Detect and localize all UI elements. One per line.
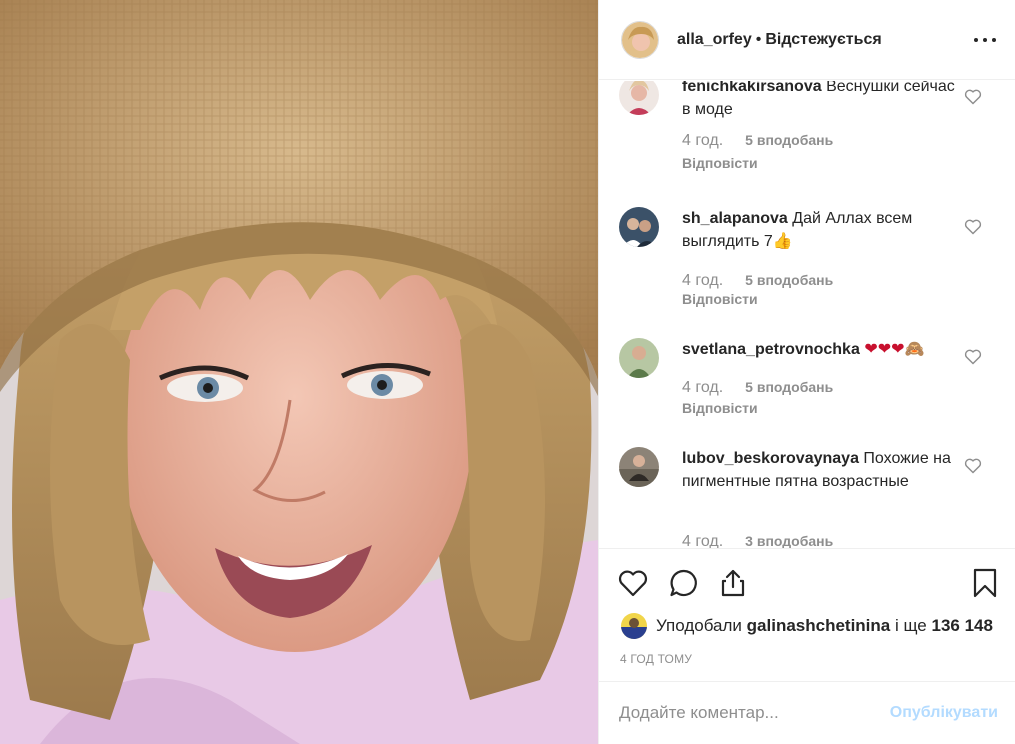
author-username[interactable]: alla_orfey xyxy=(677,31,752,48)
comment-like-heart-icon[interactable] xyxy=(964,349,982,365)
comment-time[interactable]: 4 год. xyxy=(682,272,723,289)
comment-like-heart-icon[interactable] xyxy=(964,89,982,105)
comment-text-block: svetlana_petrovnochka ❤❤❤🙈 xyxy=(682,338,967,361)
portrait-image xyxy=(0,0,598,744)
comment-item: svetlana_petrovnochka ❤❤❤🙈 4 год. 5 вподо… xyxy=(619,338,999,428)
liker-username[interactable]: galinashchetinina xyxy=(747,616,891,636)
comment-time[interactable]: 4 год. xyxy=(682,379,723,396)
more-options-icon[interactable] xyxy=(974,30,996,50)
liked-by-row: Уподобали galinashchetinina і ще 136 148 xyxy=(621,613,993,639)
comment-item: fenichkakirsanova Веснушки сейчас в моде… xyxy=(619,81,999,185)
comment-item: lubov_beskorovaynaya Похожие на пигментн… xyxy=(619,447,999,548)
commenter-username[interactable]: lubov_beskorovaynaya xyxy=(682,450,859,467)
comment-like-heart-icon[interactable] xyxy=(964,458,982,474)
comment-bubble-icon[interactable] xyxy=(668,567,700,599)
commenter-avatar[interactable] xyxy=(619,81,659,115)
comment-meta: 4 год. 5 вподобань xyxy=(682,132,833,150)
post-actions: Уподобали galinashchetinina і ще 136 148… xyxy=(599,548,1015,681)
comment-likes[interactable]: 5 вподобань xyxy=(745,132,833,148)
comment-like-heart-icon[interactable] xyxy=(964,219,982,235)
comment-meta: 4 год. 5 вподобань xyxy=(682,379,833,397)
comment-time[interactable]: 4 год. xyxy=(682,132,723,149)
bookmark-icon[interactable] xyxy=(969,567,1001,599)
share-icon[interactable] xyxy=(717,567,749,599)
commenter-avatar[interactable] xyxy=(619,338,659,378)
author-avatar[interactable] xyxy=(621,20,659,59)
comment-meta: 4 год. 3 вподобань xyxy=(682,533,833,548)
separator-dot: • xyxy=(755,30,762,48)
liker-avatar[interactable] xyxy=(621,613,647,639)
commenter-avatar[interactable] xyxy=(619,207,659,247)
commenter-username[interactable]: sh_alapanova xyxy=(682,210,788,227)
comment-likes[interactable]: 5 вподобань xyxy=(745,272,833,288)
comment-item: sh_alapanova Дай Аллах всем выглядить 7👍… xyxy=(619,207,999,317)
add-comment-bar: Опублікувати xyxy=(599,681,1015,744)
like-heart-icon[interactable] xyxy=(617,567,649,599)
header-text: alla_orfey • Відстежується xyxy=(677,31,882,49)
follow-status[interactable]: Відстежується xyxy=(765,31,881,48)
comment-likes[interactable]: 3 вподобань xyxy=(745,533,833,548)
comment-text-block: sh_alapanova Дай Аллах всем выглядить 7👍 xyxy=(682,207,967,253)
commenter-username[interactable]: fenichkakirsanova xyxy=(682,81,822,95)
post-photo[interactable] xyxy=(0,0,598,744)
comment-text-block: fenichkakirsanova Веснушки сейчас в моде xyxy=(682,81,967,121)
publish-button[interactable]: Опублікувати xyxy=(890,704,998,722)
comment-time[interactable]: 4 год. xyxy=(682,533,723,548)
comment-text-block: lubov_beskorovaynaya Похожие на пигментн… xyxy=(682,447,967,493)
comment-likes[interactable]: 5 вподобань xyxy=(745,379,833,395)
comment-meta: 4 год. 5 вподобань xyxy=(682,272,833,290)
post-timestamp[interactable]: 4 ГОД ТОМУ xyxy=(620,652,692,666)
post-header: alla_orfey • Відстежується xyxy=(599,0,1015,80)
reply-button[interactable]: Відповісти xyxy=(682,400,758,416)
commenter-avatar[interactable] xyxy=(619,447,659,487)
post-panel: alla_orfey • Відстежується fenichkakirsano… xyxy=(598,0,1015,744)
reply-button[interactable]: Відповісти xyxy=(682,155,758,171)
liked-middle: і ще xyxy=(894,616,927,635)
commenter-username[interactable]: svetlana_petrovnochka xyxy=(682,341,860,358)
reply-button[interactable]: Відповісти xyxy=(682,291,758,307)
comment-input[interactable] xyxy=(619,703,869,723)
likes-count[interactable]: 136 148 xyxy=(931,616,992,636)
comment-text: ❤❤❤🙈 xyxy=(864,341,925,358)
comments-list[interactable]: fenichkakirsanova Веснушки сейчас в моде… xyxy=(599,81,1015,548)
liked-prefix: Уподобали xyxy=(656,616,742,635)
